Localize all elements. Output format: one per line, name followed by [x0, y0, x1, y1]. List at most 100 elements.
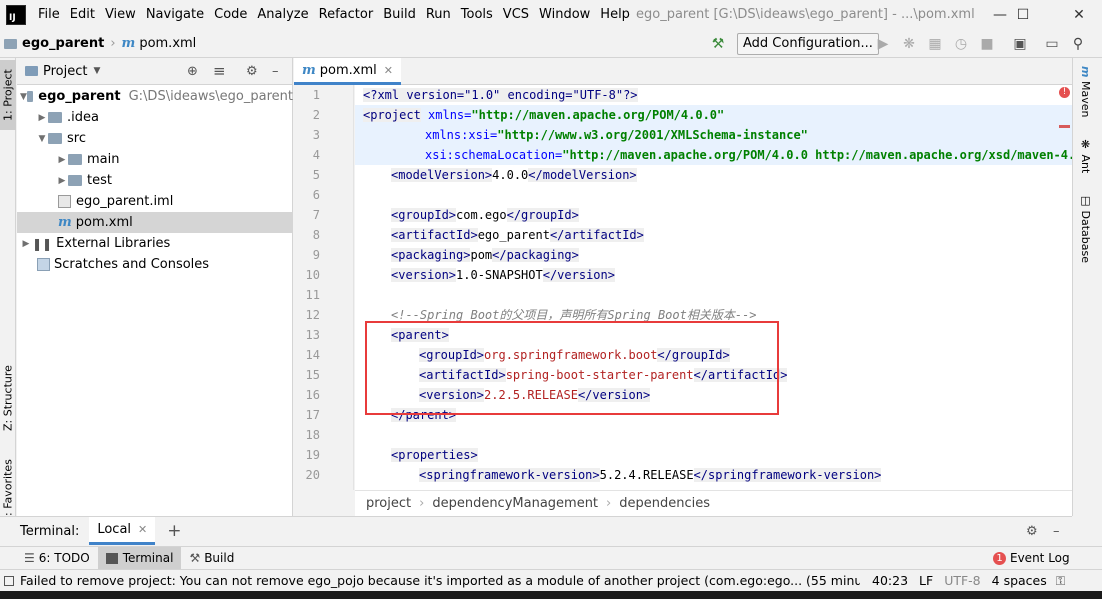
error-icon[interactable]: ! — [1059, 87, 1070, 98]
chevron-down-icon[interactable]: ▼ — [36, 134, 48, 144]
chevron-right-icon[interactable]: ▶ — [56, 176, 68, 186]
menu-analyze[interactable]: Analyze — [252, 0, 313, 30]
tab-maven[interactable]: m Maven — [1079, 66, 1092, 117]
menu-build[interactable]: Build — [378, 0, 421, 30]
terminal-tab-local[interactable]: Local ✕ — [89, 517, 156, 545]
add-configuration-button[interactable]: Add Configuration... — [737, 33, 879, 55]
line-number: 13 — [305, 328, 320, 342]
tree-item-scratches[interactable]: Scratches and Consoles — [17, 254, 293, 275]
xml-declaration: <?xml version="1.0" encoding="UTF-8"?> — [363, 88, 638, 102]
debug-icon[interactable]: ❋ — [900, 35, 918, 53]
error-stripe-marker[interactable] — [1059, 125, 1070, 128]
tab-project[interactable]: 1: Project — [0, 60, 16, 130]
coverage-icon[interactable]: ▦ — [926, 35, 944, 53]
menu-view[interactable]: View — [100, 0, 141, 30]
breadcrumb-project[interactable]: ego_parent — [4, 36, 104, 51]
tree-item-idea[interactable]: ▶ .idea — [17, 107, 293, 128]
build-hammer-icon[interactable]: ⚒ — [709, 35, 727, 53]
xml-text: 1.0-SNAPSHOT — [456, 268, 543, 282]
tab-pom-xml[interactable]: m pom.xml ✕ — [294, 58, 401, 85]
status-message[interactable]: Failed to remove project: You can not re… — [20, 573, 860, 588]
chevron-down-icon[interactable]: ▼ — [20, 92, 27, 102]
chevron-right-icon[interactable]: ▶ — [36, 113, 48, 123]
breadcrumb-file[interactable]: m pom.xml — [122, 36, 197, 51]
event-count-badge: 1 — [993, 551, 1006, 565]
tree-item-external-libraries[interactable]: ▶ ❚❚ External Libraries — [17, 233, 293, 254]
tree-item-label: ego_parent.iml — [76, 194, 174, 209]
tab-structure[interactable]: Z: Structure — [0, 358, 16, 438]
xml-text: 5.2.4.RELEASE — [599, 468, 694, 482]
stop-icon[interactable]: ■ — [978, 35, 996, 53]
menu-run[interactable]: Run — [421, 0, 456, 30]
xml-tag: <springframework-version> — [419, 468, 600, 482]
project-panel-title[interactable]: Project — [43, 64, 87, 79]
line-number: 8 — [312, 228, 320, 242]
line-number: 9 — [312, 248, 320, 262]
tab-terminal[interactable]: Terminal — [97, 546, 182, 570]
menu-help[interactable]: Help — [595, 0, 635, 30]
chevron-right-icon[interactable]: ▶ — [20, 239, 32, 249]
tree-item-src[interactable]: ▼ src — [17, 128, 293, 149]
gear-icon[interactable]: ⚙ — [1026, 524, 1038, 539]
line-separator[interactable]: LF — [919, 573, 933, 588]
tree-item-pom[interactable]: m pom.xml — [17, 212, 293, 233]
indent-setting[interactable]: 4 spaces — [992, 573, 1047, 588]
editor-breadcrumbs: project › dependencyManagement › depende… — [355, 490, 1072, 516]
menu-tools[interactable]: Tools — [456, 0, 498, 30]
project-structure-icon[interactable]: ▣ — [1011, 35, 1029, 53]
chevron-right-icon[interactable]: ▶ — [56, 155, 68, 165]
close-icon[interactable]: ✕ — [1056, 0, 1102, 30]
tab-ant[interactable]: ❋ Ant — [1079, 138, 1092, 173]
code-line: <artifactId>ego_parent</artifactId> — [391, 225, 644, 245]
terminal-window-icon[interactable]: ▭ — [1043, 35, 1061, 53]
line-number: 1 — [312, 88, 320, 102]
close-icon[interactable]: ✕ — [384, 64, 393, 77]
caret-position[interactable]: 40:23 — [872, 573, 908, 588]
lock-icon[interactable]: ⚿ — [1056, 573, 1066, 589]
tab-todo[interactable]: ☰ 6: TODO — [16, 547, 98, 570]
menu-edit[interactable]: Edit — [65, 0, 100, 30]
profile-icon[interactable]: ◷ — [952, 35, 970, 53]
xml-attr: xmlns= — [420, 108, 472, 122]
breadcrumb-item[interactable]: dependencyManagement — [432, 496, 598, 511]
line-number: 20 — [305, 468, 320, 482]
menu-file[interactable]: File — [33, 0, 65, 30]
toggle-panels-icon[interactable] — [4, 575, 14, 586]
locate-icon[interactable]: ⊕ — [187, 64, 198, 79]
menu-window[interactable]: Window — [534, 0, 595, 30]
maximize-icon[interactable]: ☐ — [1000, 0, 1046, 30]
add-terminal-button[interactable]: + — [167, 521, 181, 541]
line-number: 6 — [312, 188, 320, 202]
code-editor[interactable]: <?xml version="1.0" encoding="UTF-8"?> <… — [355, 85, 1072, 490]
menu-refactor[interactable]: Refactor — [314, 0, 379, 30]
menu-navigate[interactable]: Navigate — [141, 0, 209, 30]
tab-database[interactable]: ◫ Database — [1079, 194, 1092, 263]
tree-item-iml[interactable]: ego_parent.iml — [17, 191, 293, 212]
line-number: 12 — [305, 308, 320, 322]
chevron-down-icon[interactable]: ▼ — [93, 66, 100, 76]
code-line: xsi:schemaLocation="http://maven.apache.… — [355, 145, 1072, 165]
tab-event-log[interactable]: 1 Event Log — [985, 547, 1078, 570]
menu-vcs[interactable]: VCS — [498, 0, 534, 30]
tab-build[interactable]: ⚒ Build — [181, 547, 242, 570]
right-tool-strip: m Maven ❋ Ant ◫ Database — [1072, 58, 1102, 516]
tree-item-test[interactable]: ▶ test — [17, 170, 293, 191]
tab-build-label: Build — [204, 551, 235, 565]
search-icon[interactable]: ⚲ — [1069, 35, 1087, 53]
run-icon[interactable]: ▶ — [874, 35, 892, 53]
tree-item-ego-parent[interactable]: ▼ ego_parent G:\DS\ideaws\ego_parent — [17, 86, 293, 107]
close-icon[interactable]: ✕ — [138, 523, 147, 536]
terminal-icon — [105, 552, 118, 564]
breadcrumb-item[interactable]: project — [366, 496, 411, 511]
hide-icon[interactable]: – — [272, 64, 279, 79]
menu-code[interactable]: Code — [209, 0, 252, 30]
tree-item-main[interactable]: ▶ main — [17, 149, 293, 170]
breadcrumb-item[interactable]: dependencies — [619, 496, 710, 511]
xml-attr: xmlns:xsi= — [425, 128, 498, 142]
file-encoding[interactable]: UTF-8 — [944, 573, 980, 588]
terminal-label: Terminal: — [20, 523, 80, 539]
gear-icon[interactable]: ⚙ — [246, 64, 258, 79]
xml-attr: xsi:schemaLocation= — [425, 148, 563, 162]
hide-icon[interactable]: – — [1053, 524, 1060, 539]
collapse-icon[interactable]: ≡ — [213, 62, 226, 80]
